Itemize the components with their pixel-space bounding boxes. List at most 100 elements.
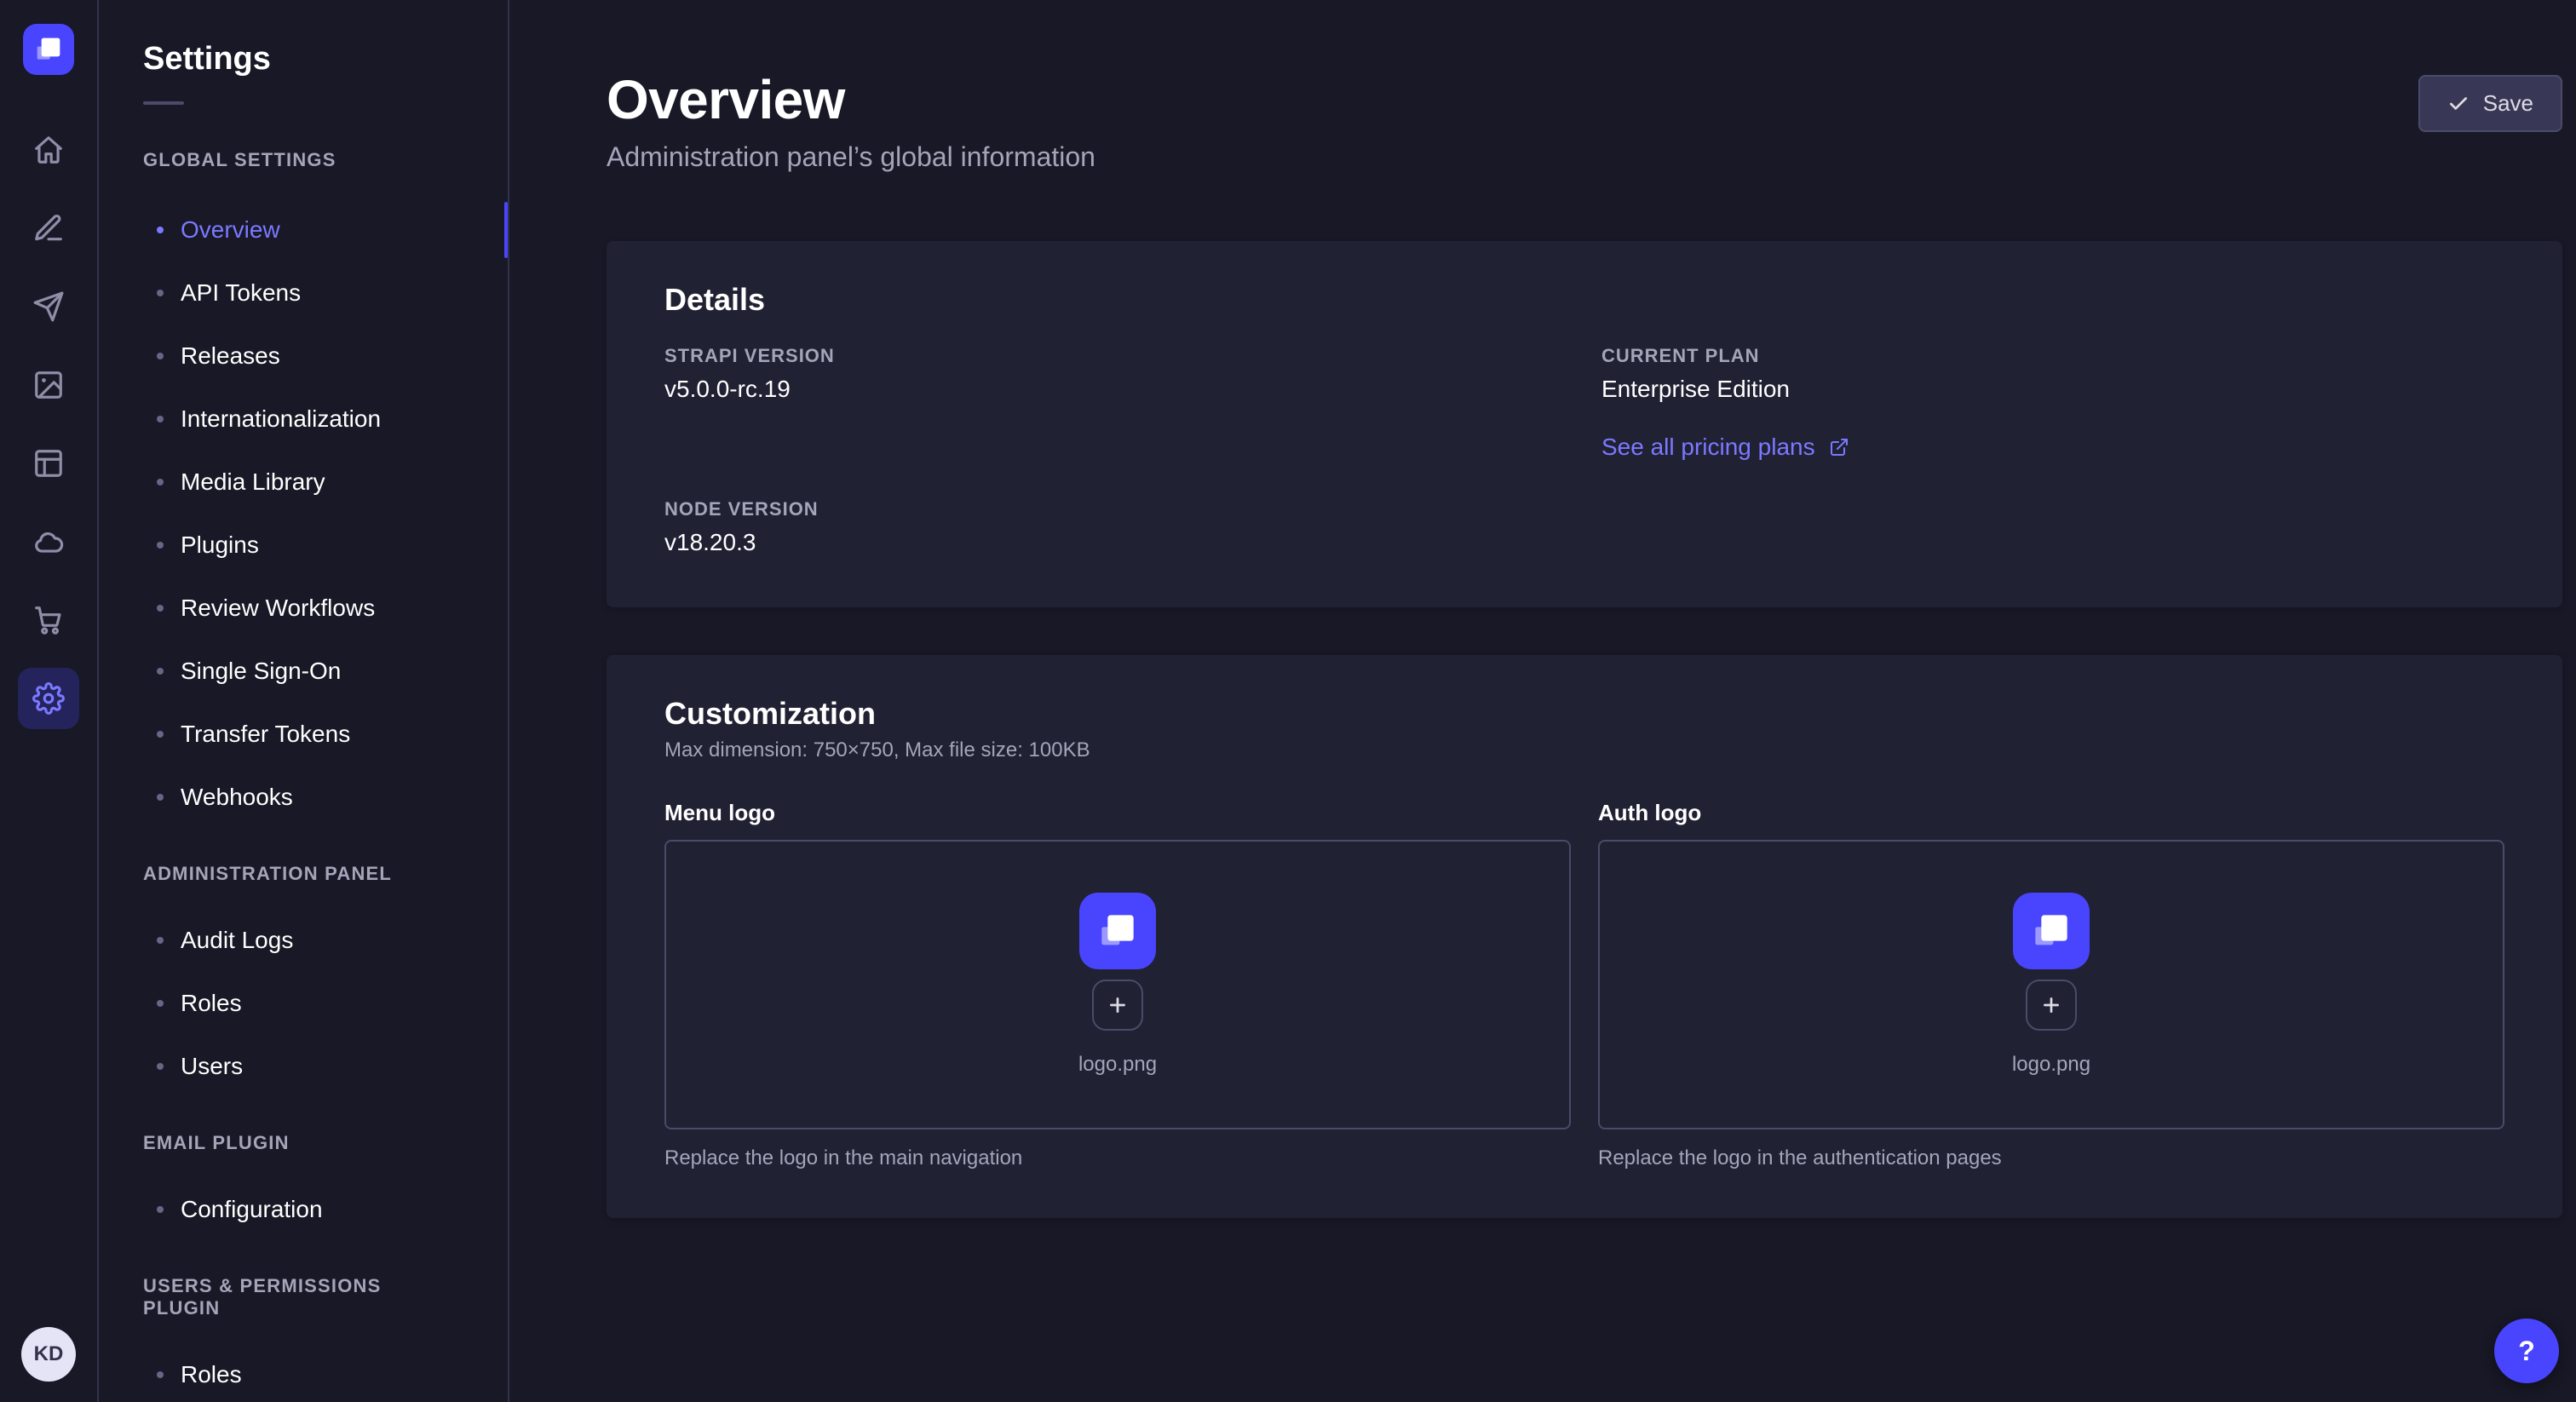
page-header: Overview Administration panel’s global i… (607, 68, 2562, 173)
sidebar-title: Settings (99, 41, 508, 78)
bullet-dot (157, 227, 164, 233)
section-label-email-plugin: EMAIL PLUGIN (99, 1132, 508, 1154)
field-label: STRAPI VERSION (664, 345, 1567, 367)
page-title: Overview (607, 68, 1095, 131)
marketplace-cart-icon[interactable] (18, 589, 79, 651)
settings-gear-icon[interactable] (18, 668, 79, 729)
section-label-administration-panel: ADMINISTRATION PANEL (99, 863, 508, 885)
auth-logo-upload-box[interactable]: logo.png (1598, 840, 2504, 1129)
media-library-icon[interactable] (18, 354, 79, 416)
menu-logo-label: Menu logo (664, 800, 1571, 826)
sidebar-item-label: Configuration (181, 1196, 323, 1223)
details-card-title: Details (664, 282, 2504, 318)
administration-panel-list: Audit Logs Roles Users (99, 909, 508, 1098)
main-nav-rail: KD (0, 0, 99, 1402)
auth-logo-label: Auth logo (1598, 800, 2504, 826)
sidebar-item-label: Media Library (181, 468, 325, 496)
field-label: NODE VERSION (664, 498, 1567, 520)
email-plugin-list: Configuration (99, 1178, 508, 1241)
help-button[interactable]: ? (2494, 1319, 2559, 1383)
sidebar-item-label: Overview (181, 216, 280, 244)
field-value: v18.20.3 (664, 529, 1567, 556)
bullet-dot (157, 794, 164, 801)
sidebar-item-label: API Tokens (181, 279, 301, 307)
bullet-dot (157, 731, 164, 738)
sidebar-item-api-tokens[interactable]: API Tokens (99, 261, 508, 325)
menu-logo-preview (1079, 893, 1156, 969)
sidebar-item-email-configuration[interactable]: Configuration (99, 1178, 508, 1241)
main-content: Overview Administration panel’s global i… (509, 0, 2576, 1402)
sidebar-item-label: Roles (181, 990, 242, 1017)
details-column-right: CURRENT PLAN Enterprise Edition See all … (1601, 345, 2504, 556)
details-card: Details STRAPI VERSION v5.0.0-rc.19 NODE… (607, 241, 2562, 607)
sidebar-item-label: Plugins (181, 531, 259, 559)
home-icon[interactable] (18, 119, 79, 181)
users-permissions-list: Roles Providers (99, 1343, 508, 1402)
save-button[interactable]: Save (2418, 75, 2562, 132)
plus-icon (2040, 994, 2062, 1016)
menu-logo-upload-box[interactable]: logo.png (664, 840, 1571, 1129)
customization-card-title: Customization (664, 696, 2504, 732)
rail-items (18, 119, 79, 729)
external-link-icon (1829, 437, 1849, 457)
sidebar-item-label: Webhooks (181, 784, 293, 811)
node-version-field: NODE VERSION v18.20.3 (664, 498, 1567, 556)
pen-icon[interactable] (18, 198, 79, 259)
strapi-logo-icon (1094, 907, 1141, 955)
auth-logo-add-button[interactable] (2026, 980, 2077, 1031)
bullet-dot (157, 353, 164, 359)
pricing-plans-link-label: See all pricing plans (1601, 434, 1815, 461)
app-root: KD Settings GLOBAL SETTINGS Overview API… (0, 0, 2576, 1402)
bullet-dot (157, 479, 164, 486)
sidebar-item-transfer-tokens[interactable]: Transfer Tokens (99, 703, 508, 766)
sidebar-item-label: Internationalization (181, 405, 381, 433)
bullet-dot (157, 605, 164, 612)
auth-logo-preview (2013, 893, 2090, 969)
sidebar-item-admin-roles[interactable]: Roles (99, 972, 508, 1035)
paper-plane-icon[interactable] (18, 276, 79, 337)
sidebar-item-plugins[interactable]: Plugins (99, 514, 508, 577)
current-plan-field: CURRENT PLAN Enterprise Edition (1601, 345, 2504, 403)
section-label-global-settings: GLOBAL SETTINGS (99, 149, 508, 171)
cloud-icon[interactable] (18, 511, 79, 572)
user-avatar[interactable]: KD (21, 1327, 76, 1382)
sidebar-item-up-roles[interactable]: Roles (99, 1343, 508, 1402)
layout-icon[interactable] (18, 433, 79, 494)
logo-grid: Menu logo logo.png Replac (664, 800, 2504, 1170)
pricing-plans-link[interactable]: See all pricing plans (1601, 434, 1849, 461)
auth-logo-hint: Replace the logo in the authentication p… (1598, 1146, 2504, 1170)
sidebar-item-admin-users[interactable]: Users (99, 1035, 508, 1098)
plus-icon (1107, 994, 1129, 1016)
customization-card: Customization Max dimension: 750×750, Ma… (607, 655, 2562, 1218)
sidebar-item-single-sign-on[interactable]: Single Sign-On (99, 640, 508, 703)
sidebar-item-overview[interactable]: Overview (99, 198, 508, 261)
field-value: v5.0.0-rc.19 (664, 376, 1567, 403)
sidebar-item-label: Single Sign-On (181, 658, 341, 685)
menu-logo-filename: logo.png (1078, 1053, 1157, 1077)
strapi-logo-icon (2027, 907, 2075, 955)
details-column-left: STRAPI VERSION v5.0.0-rc.19 NODE VERSION… (664, 345, 1567, 556)
auth-logo-field: Auth logo logo.png Replac (1598, 800, 2504, 1170)
bullet-dot (157, 1371, 164, 1378)
sidebar-divider (143, 101, 184, 105)
sidebar-item-review-workflows[interactable]: Review Workflows (99, 577, 508, 640)
strapi-logo[interactable] (23, 24, 74, 75)
bullet-dot (157, 416, 164, 422)
customization-card-subtitle: Max dimension: 750×750, Max file size: 1… (664, 738, 2504, 762)
menu-logo-hint: Replace the logo in the main navigation (664, 1146, 1571, 1170)
bullet-dot (157, 937, 164, 944)
sidebar-item-internationalization[interactable]: Internationalization (99, 388, 508, 451)
bullet-dot (157, 1000, 164, 1007)
sidebar-item-label: Releases (181, 342, 280, 370)
sidebar-item-label: Review Workflows (181, 595, 375, 622)
sidebar-item-media-library[interactable]: Media Library (99, 451, 508, 514)
bullet-dot (157, 1063, 164, 1070)
page-header-text: Overview Administration panel’s global i… (607, 68, 1095, 173)
bullet-dot (157, 542, 164, 549)
sidebar-item-label: Roles (181, 1361, 242, 1388)
sidebar-item-webhooks[interactable]: Webhooks (99, 766, 508, 829)
sidebar-item-releases[interactable]: Releases (99, 325, 508, 388)
menu-logo-add-button[interactable] (1092, 980, 1143, 1031)
field-label: CURRENT PLAN (1601, 345, 2504, 367)
sidebar-item-audit-logs[interactable]: Audit Logs (99, 909, 508, 972)
